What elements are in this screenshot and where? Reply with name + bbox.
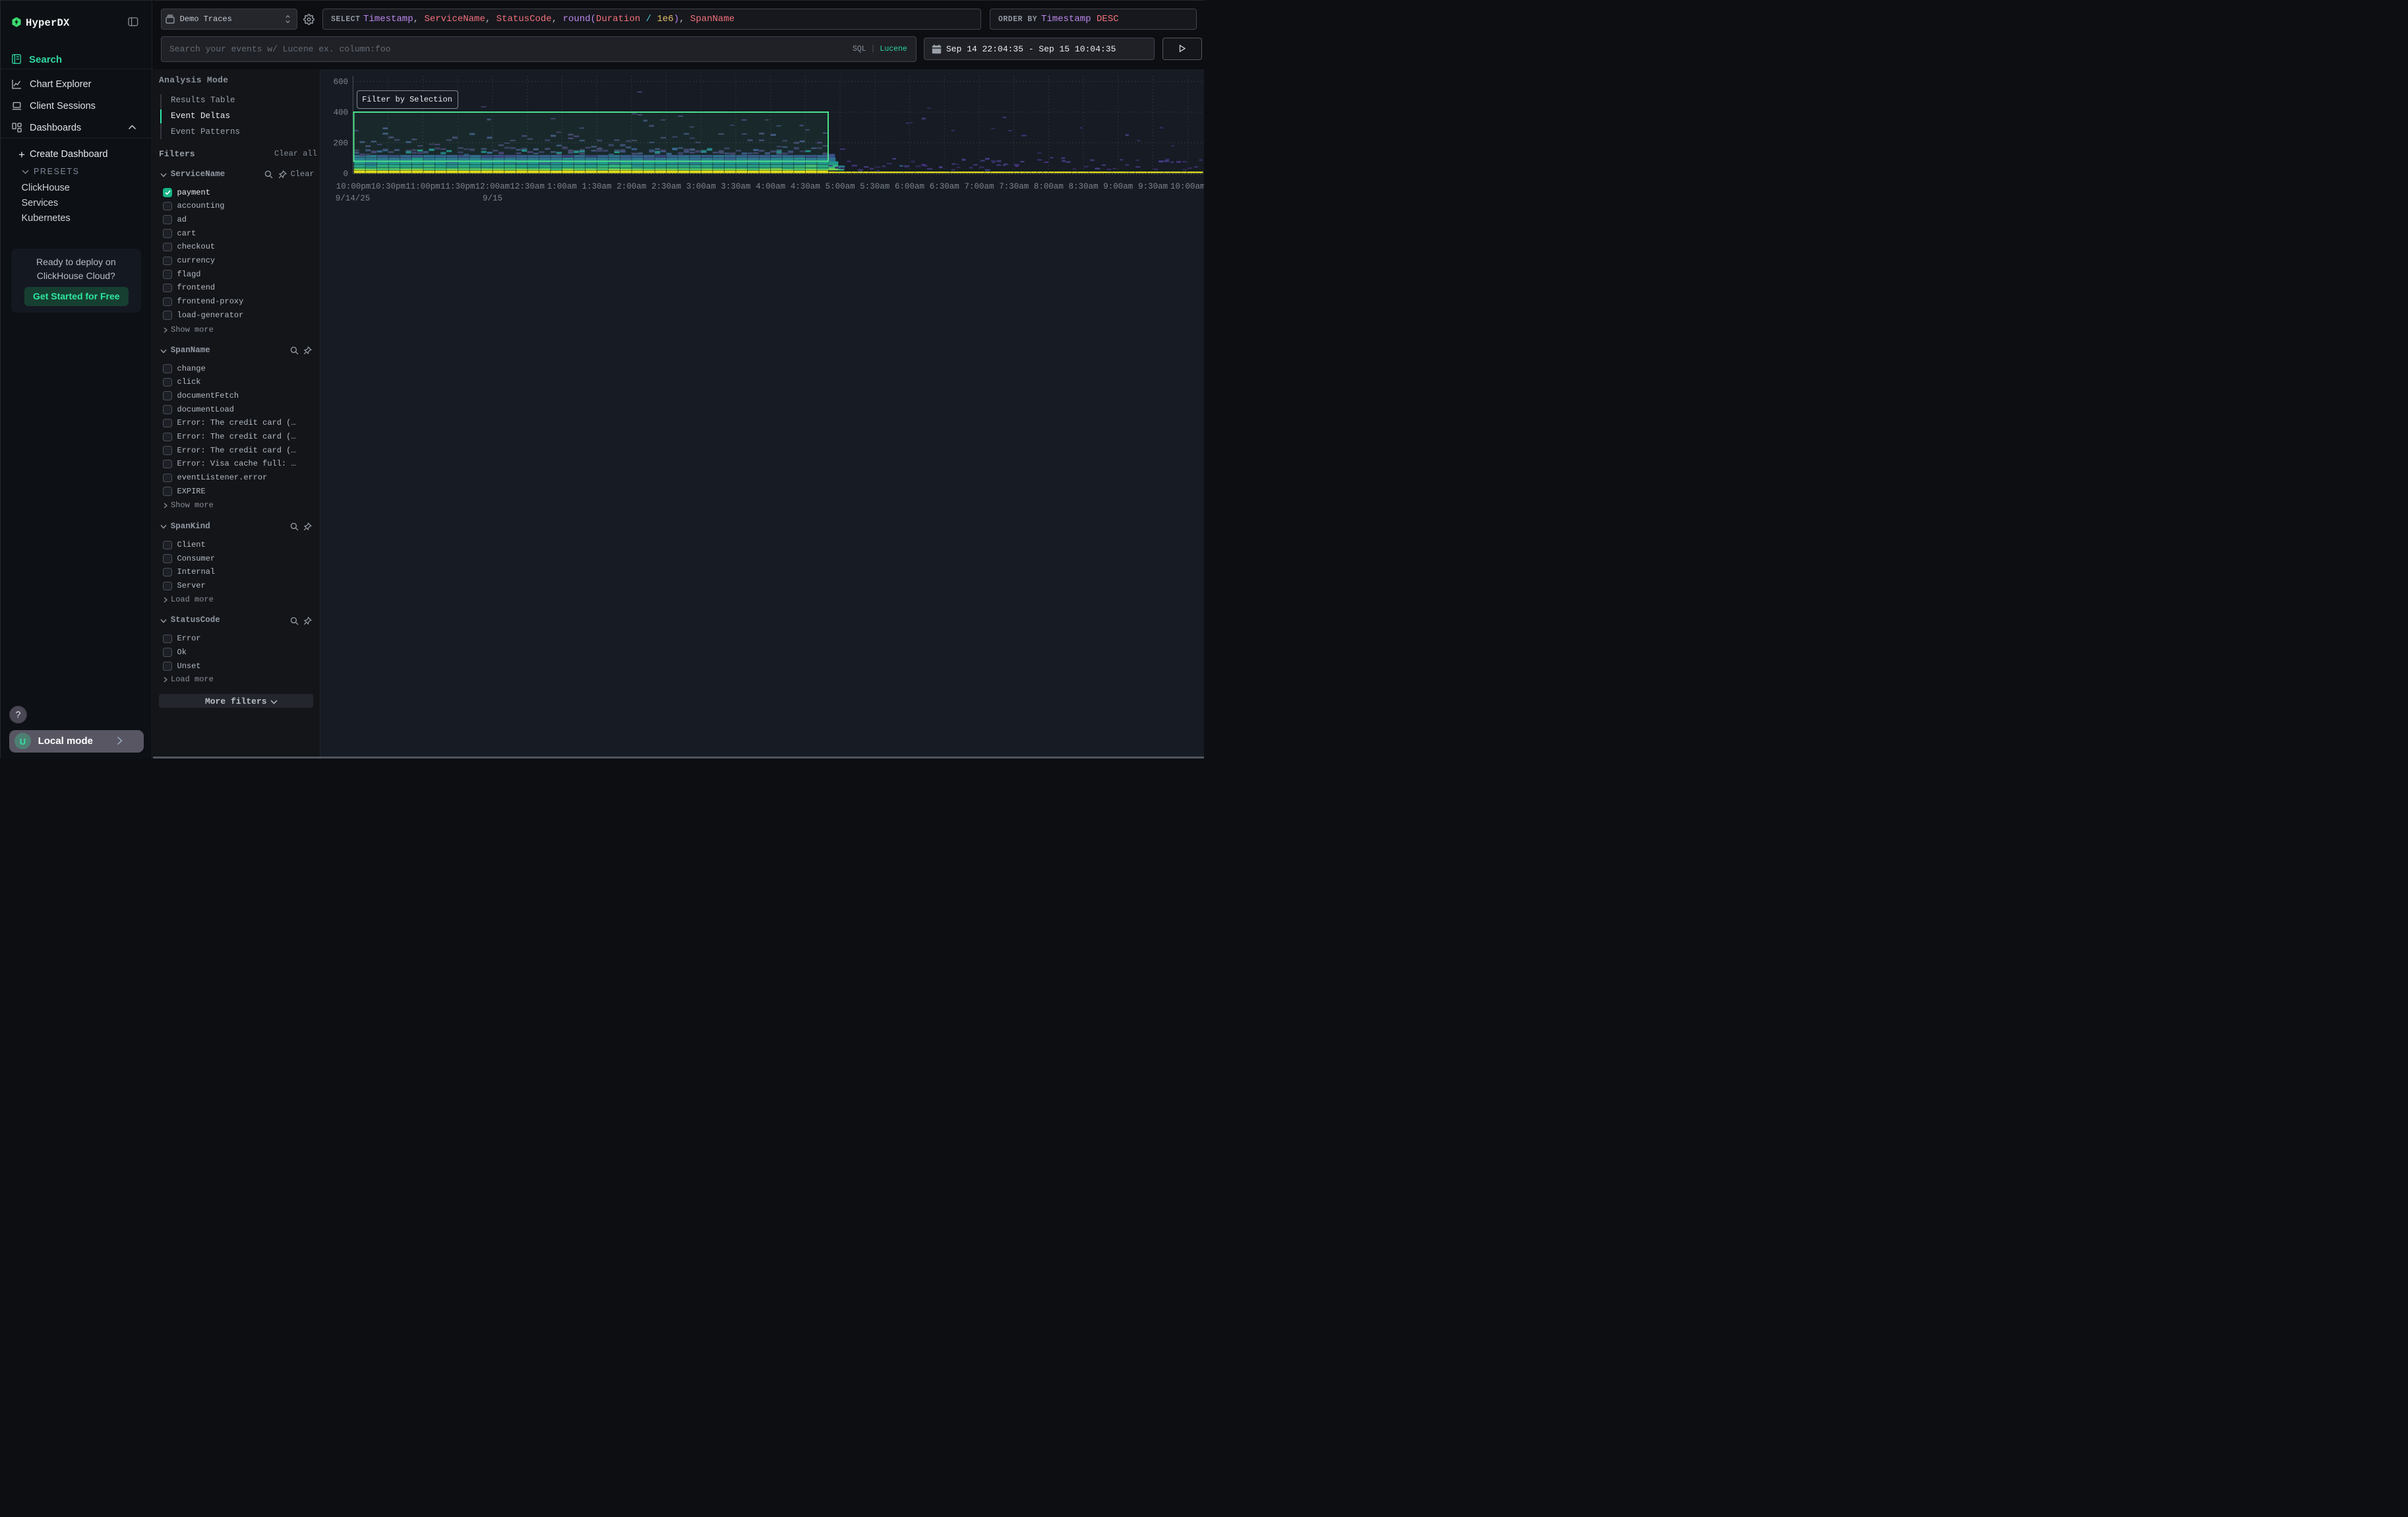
svg-text:6:00am: 6:00am xyxy=(895,182,924,191)
svg-text:10:00am: 10:00am xyxy=(1170,182,1204,191)
svg-text:1:00am: 1:00am xyxy=(547,182,577,191)
svg-text:7:00am: 7:00am xyxy=(964,182,994,191)
svg-text:2:00am: 2:00am xyxy=(617,182,646,191)
svg-text:3:00am: 3:00am xyxy=(686,182,716,191)
svg-text:11:30pm: 11:30pm xyxy=(440,182,475,191)
svg-text:2:30am: 2:30am xyxy=(651,182,681,191)
svg-text:5:00am: 5:00am xyxy=(826,182,855,191)
svg-text:600: 600 xyxy=(333,78,348,87)
svg-text:1:30am: 1:30am xyxy=(582,182,611,191)
svg-text:12:00am: 12:00am xyxy=(475,182,510,191)
svg-text:8:00am: 8:00am xyxy=(1034,182,1064,191)
svg-text:200: 200 xyxy=(333,139,348,148)
svg-text:4:30am: 4:30am xyxy=(791,182,820,191)
svg-text:400: 400 xyxy=(333,108,348,117)
svg-text:0: 0 xyxy=(343,170,348,179)
svg-text:7:30am: 7:30am xyxy=(999,182,1029,191)
svg-text:6:30am: 6:30am xyxy=(930,182,959,191)
svg-text:5:30am: 5:30am xyxy=(860,182,889,191)
svg-text:9/14/25: 9/14/25 xyxy=(336,194,371,203)
svg-text:9:00am: 9:00am xyxy=(1103,182,1133,191)
svg-text:9:30am: 9:30am xyxy=(1138,182,1168,191)
svg-text:10:00pm: 10:00pm xyxy=(336,182,371,191)
svg-text:4:00am: 4:00am xyxy=(756,182,785,191)
svg-text:11:00pm: 11:00pm xyxy=(406,182,440,191)
svg-text:9/15: 9/15 xyxy=(483,194,502,203)
svg-text:10:30pm: 10:30pm xyxy=(371,182,406,191)
svg-text:12:30am: 12:30am xyxy=(510,182,545,191)
svg-text:3:30am: 3:30am xyxy=(721,182,750,191)
svg-text:8:30am: 8:30am xyxy=(1069,182,1099,191)
